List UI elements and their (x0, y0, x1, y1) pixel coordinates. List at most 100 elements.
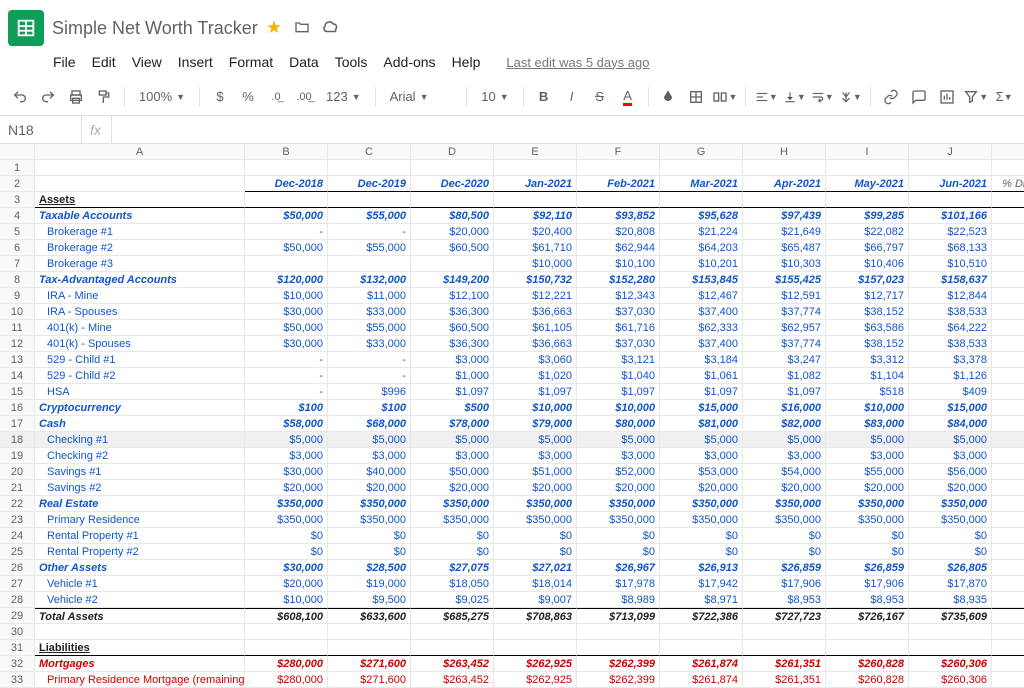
liab-sub-val[interactable]: $262,399 (577, 672, 660, 688)
cell[interactable] (35, 176, 245, 192)
sub-val[interactable]: $3,000 (743, 448, 826, 464)
section-liabilities[interactable]: Liabilities (35, 640, 245, 656)
sub-val[interactable]: $20,000 (660, 480, 743, 496)
total-val[interactable]: $735,609 (909, 608, 992, 624)
sub-val[interactable]: $3,378 (909, 352, 992, 368)
menu-addons[interactable]: Add-ons (376, 50, 442, 74)
sub-val[interactable]: $30,000 (245, 336, 328, 352)
cat-val[interactable]: $100 (245, 400, 328, 416)
dist-header-cell[interactable]: % Distribution (992, 176, 1024, 192)
sub-val[interactable]: $17,906 (826, 576, 909, 592)
increase-decimal-button[interactable]: .00̲ (292, 84, 316, 110)
cat-val[interactable]: $26,859 (826, 560, 909, 576)
sub-val[interactable]: $52,000 (577, 464, 660, 480)
sub-val[interactable]: - (328, 368, 411, 384)
sub-val[interactable] (245, 256, 328, 272)
sub-val[interactable]: - (245, 384, 328, 400)
sub-val[interactable]: $10,201 (660, 256, 743, 272)
row-header-5[interactable]: 5 (0, 224, 35, 240)
cat-val[interactable]: $15,000 (909, 400, 992, 416)
cat-val[interactable]: $95,628 (660, 208, 743, 224)
row-header-21[interactable]: 21 (0, 480, 35, 496)
cell[interactable] (577, 624, 660, 640)
cat-label[interactable]: Cash (35, 416, 245, 432)
menu-help[interactable]: Help (445, 50, 488, 74)
text-wrap-button[interactable]: ▼ (810, 84, 834, 110)
sub-val[interactable]: $60,500 (411, 240, 494, 256)
sub-val[interactable]: $20,400 (494, 224, 577, 240)
cat-val[interactable]: $350,000 (328, 496, 411, 512)
cell[interactable] (245, 160, 328, 176)
liab-cat-val[interactable]: $262,925 (494, 656, 577, 672)
cat-val[interactable]: $149,200 (411, 272, 494, 288)
sub-val[interactable]: $61,710 (494, 240, 577, 256)
sub-val[interactable]: $21,224 (660, 224, 743, 240)
sub-val[interactable]: $20,000 (411, 224, 494, 240)
sub-val[interactable]: $56,000 (909, 464, 992, 480)
sub-val[interactable]: $53,000 (660, 464, 743, 480)
sub-val[interactable]: $3,000 (826, 448, 909, 464)
cell[interactable] (328, 624, 411, 640)
liab-cat-val[interactable]: $271,600 (328, 656, 411, 672)
row-header-27[interactable]: 27 (0, 576, 35, 592)
sub-val[interactable]: $0 (328, 544, 411, 560)
sub-val[interactable]: $21,649 (743, 224, 826, 240)
cat-label[interactable]: Cryptocurrency (35, 400, 245, 416)
date-header-cell[interactable]: May-2021 (826, 176, 909, 192)
liab-cat-val[interactable]: $280,000 (245, 656, 328, 672)
cell[interactable] (411, 160, 494, 176)
cat-val[interactable]: $152,280 (577, 272, 660, 288)
sub-val[interactable]: $40,000 (328, 464, 411, 480)
cell[interactable] (992, 576, 1024, 592)
cell[interactable] (992, 640, 1024, 656)
sub-val[interactable]: $5,000 (328, 432, 411, 448)
sub-label[interactable]: Checking #2 (35, 448, 245, 464)
sub-val[interactable]: $350,000 (494, 512, 577, 528)
last-edit-link[interactable]: Last edit was 5 days ago (499, 51, 656, 74)
dist-val[interactable]: 13.75% (992, 208, 1024, 224)
cell[interactable] (577, 160, 660, 176)
cat-val[interactable]: $120,000 (245, 272, 328, 288)
total-val[interactable]: $727,723 (743, 608, 826, 624)
sub-val[interactable]: $66,797 (826, 240, 909, 256)
cat-val[interactable]: $100 (328, 400, 411, 416)
sub-val[interactable]: $9,007 (494, 592, 577, 608)
sub-label[interactable]: 529 - Child #1 (35, 352, 245, 368)
total-val[interactable]: $722,386 (660, 608, 743, 624)
sub-val[interactable]: $8,953 (826, 592, 909, 608)
sub-val[interactable]: $1,097 (743, 384, 826, 400)
sub-val[interactable]: $17,870 (909, 576, 992, 592)
sub-val[interactable]: $0 (826, 544, 909, 560)
total-val[interactable]: $713,099 (577, 608, 660, 624)
cell[interactable] (743, 624, 826, 640)
font-size-select[interactable]: 10▼ (475, 89, 514, 104)
sub-val[interactable]: $20,000 (245, 576, 328, 592)
sub-label[interactable]: Checking #1 (35, 432, 245, 448)
sub-val[interactable]: $1,097 (411, 384, 494, 400)
sub-val[interactable]: $20,000 (328, 480, 411, 496)
cat-val[interactable]: $83,000 (826, 416, 909, 432)
date-header-cell[interactable]: Feb-2021 (577, 176, 660, 192)
sub-label[interactable]: 529 - Child #2 (35, 368, 245, 384)
col-header-C[interactable]: C (328, 144, 411, 160)
cell[interactable] (577, 192, 660, 208)
cat-val[interactable]: $350,000 (494, 496, 577, 512)
cell[interactable] (992, 624, 1024, 640)
date-header-cell[interactable]: Dec-2019 (328, 176, 411, 192)
cat-val[interactable]: $158,637 (909, 272, 992, 288)
sub-val[interactable]: $30,000 (245, 464, 328, 480)
cat-val[interactable]: $92,110 (494, 208, 577, 224)
sub-val[interactable]: - (328, 352, 411, 368)
sub-label[interactable]: Savings #1 (35, 464, 245, 480)
sub-val[interactable]: $3,000 (328, 448, 411, 464)
sub-val[interactable]: $12,467 (660, 288, 743, 304)
cat-val[interactable]: $27,021 (494, 560, 577, 576)
sub-val[interactable]: $17,906 (743, 576, 826, 592)
sub-val[interactable]: $50,000 (245, 240, 328, 256)
row-header-23[interactable]: 23 (0, 512, 35, 528)
cell[interactable] (992, 432, 1024, 448)
sub-val[interactable]: $63,586 (826, 320, 909, 336)
cell[interactable] (992, 320, 1024, 336)
cat-val[interactable]: $157,023 (826, 272, 909, 288)
row-header-10[interactable]: 10 (0, 304, 35, 320)
